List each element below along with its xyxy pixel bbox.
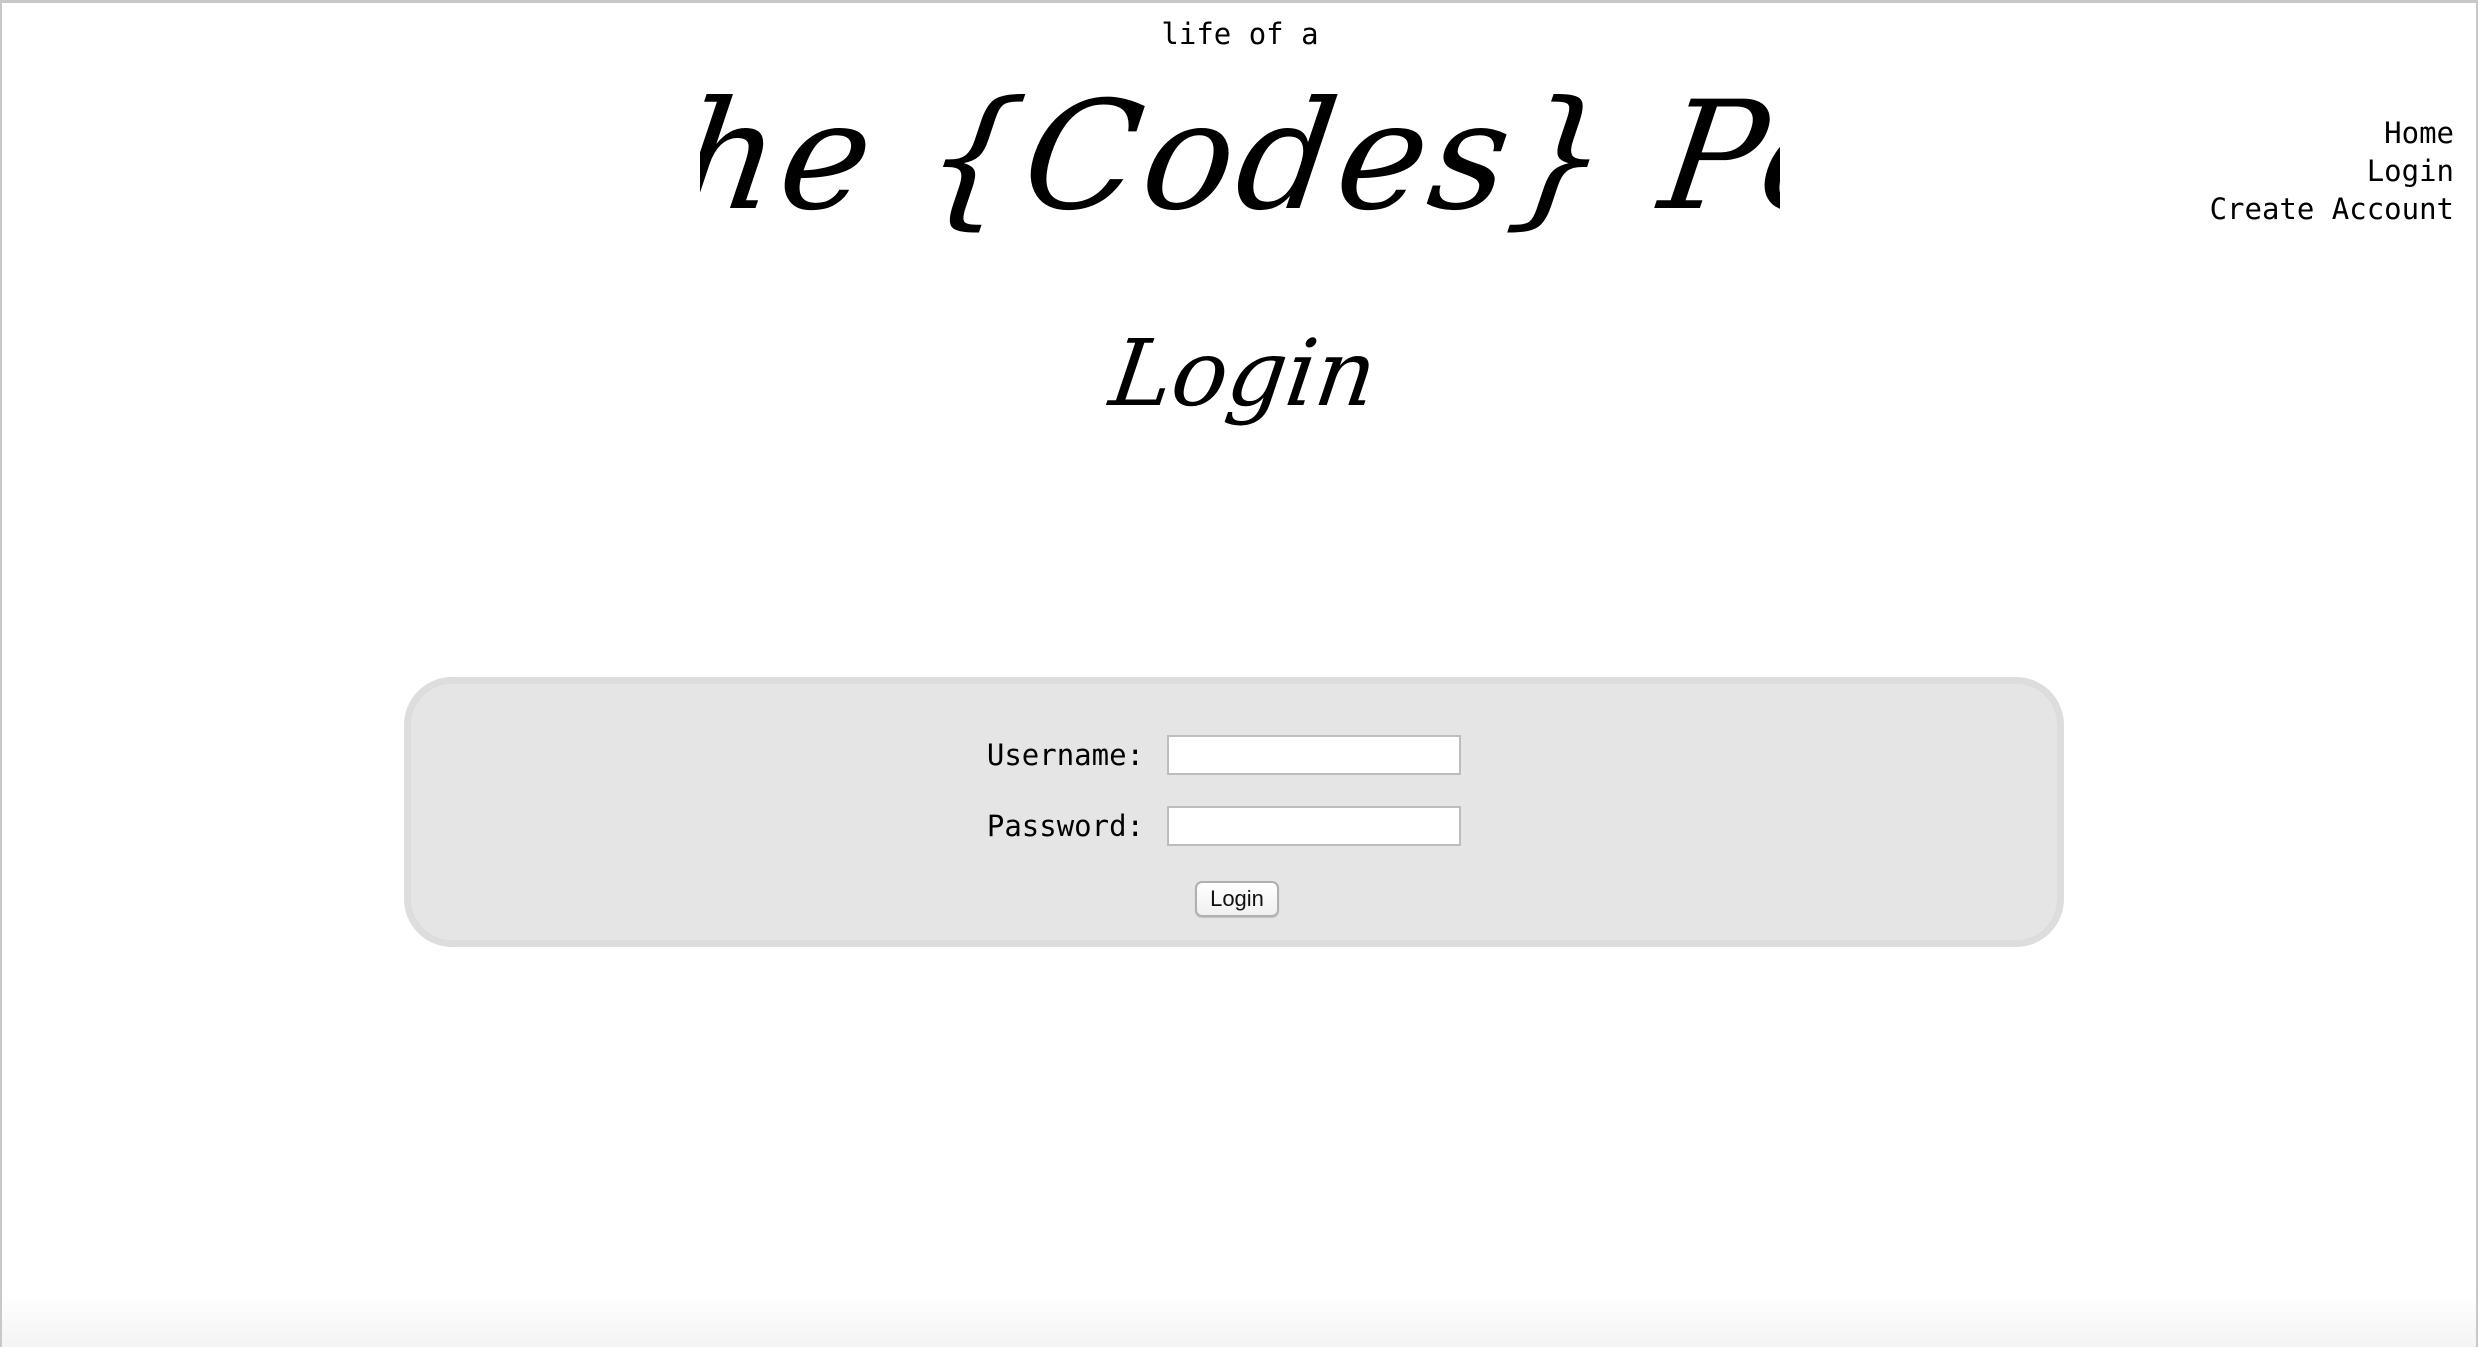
username-label: Username: xyxy=(986,738,1144,772)
page-title-text: Login xyxy=(1102,319,1383,426)
password-label: Password: xyxy=(986,809,1144,843)
password-input[interactable] xyxy=(1167,806,1461,846)
site-title-text: She {Codes} Pet xyxy=(700,69,1780,244)
login-submit-button[interactable]: Login xyxy=(1195,881,1279,917)
username-input[interactable] xyxy=(1167,735,1461,775)
site-logo-title: She {Codes} Pet xyxy=(700,48,1780,248)
nav-home-link[interactable]: Home xyxy=(2210,114,2454,152)
main-nav: Home Login Create Account xyxy=(2210,114,2454,228)
nav-create-account-link[interactable]: Create Account xyxy=(2210,190,2454,228)
password-row: Password: xyxy=(954,806,1461,846)
page-title: Login xyxy=(1090,300,1390,460)
nav-login-link[interactable]: Login xyxy=(2210,152,2454,190)
username-row: Username: xyxy=(954,735,1461,775)
